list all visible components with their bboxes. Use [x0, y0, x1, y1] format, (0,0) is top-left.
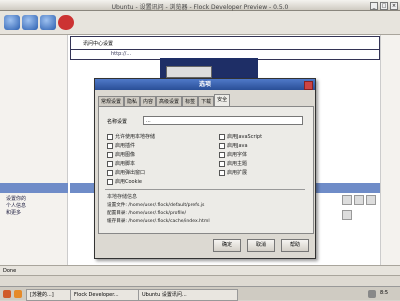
close-button[interactable]: ×	[390, 2, 398, 10]
info-heading: 本地存储信息	[107, 194, 138, 200]
screenshot-window	[166, 66, 212, 78]
right-sidebar	[380, 35, 400, 265]
option-checkbox[interactable]: 启用插件	[107, 142, 135, 149]
left-note-line: 个人信息	[6, 203, 27, 209]
checkbox-icon	[219, 160, 225, 167]
taskbar-item[interactable]: [苏雅的...]	[26, 289, 74, 301]
checkbox-icon	[107, 142, 113, 149]
taskbar-item[interactable]: Flock Developer...	[70, 289, 142, 301]
minimize-button[interactable]: _	[370, 2, 378, 10]
panel-divider	[105, 189, 305, 190]
checkbox-icon	[107, 169, 113, 176]
checkbox-icon	[219, 142, 225, 149]
left-note-line: 设置你的	[6, 196, 27, 202]
option-checkbox[interactable]: 启用字体	[219, 151, 247, 158]
side-button[interactable]	[365, 195, 376, 205]
option-checkbox[interactable]: 允许使用本地存储	[107, 133, 155, 140]
checkbox-icon	[107, 151, 113, 158]
page-side-buttons	[342, 195, 382, 255]
info-line: 设置文件: /home/user/.flock/default/prefs.js	[107, 203, 205, 208]
left-note-line: 和更多	[6, 210, 22, 216]
side-button[interactable]	[342, 195, 352, 205]
left-section-bar	[0, 183, 68, 193]
info-line: 缓存目录: /home/user/.flock/cache/index.html	[107, 219, 210, 224]
option-checkbox[interactable]: 启用扩展	[219, 169, 247, 176]
dialog-tabs: 常规设置 隐私 内容 高级设置 标签 下载 安全	[98, 94, 312, 107]
options-dialog: 选项 常规设置 隐私 内容 高级设置 标签 下载 安全 名称设置 ... 允许使…	[94, 78, 316, 259]
dialog-close-icon[interactable]	[304, 81, 313, 90]
page-header-text: 讯问中心设置	[83, 41, 114, 47]
taskbar-item[interactable]: Ubuntu 设置讯问...	[138, 289, 238, 301]
option-checkbox[interactable]: 启用脚本	[107, 160, 135, 167]
checkbox-icon	[219, 151, 225, 158]
help-button[interactable]: 帮助	[281, 239, 309, 252]
ok-button[interactable]: 确定	[213, 239, 241, 252]
reload-icon[interactable]	[40, 15, 56, 30]
option-checkbox[interactable]: 启用Java	[219, 142, 248, 149]
option-checkbox[interactable]: 启用Cookie	[107, 178, 142, 185]
option-checkbox[interactable]: 启用主题	[219, 160, 247, 167]
tray-icon[interactable]	[368, 290, 376, 298]
cancel-button[interactable]: 取消	[247, 239, 275, 252]
name-label: 名称设置	[107, 119, 128, 125]
checkbox-icon	[219, 169, 225, 176]
status-bar: Done	[0, 265, 400, 275]
checkbox-icon	[107, 178, 113, 185]
checkbox-icon	[219, 133, 225, 140]
dialog-buttons: 确定 取消 帮助	[213, 239, 309, 252]
stop-icon[interactable]	[58, 15, 74, 30]
dialog-panel: 名称设置 ... 允许使用本地存储 启用插件 启用图像 启用脚本 启用弹出窗口 …	[98, 106, 314, 234]
info-line: 配置目录: /home/user/.flock/profile/	[107, 211, 187, 216]
side-button[interactable]	[342, 210, 352, 220]
left-sidebar	[0, 35, 68, 265]
checkbox-icon	[107, 160, 113, 167]
window-titlebar: Ubuntu - 设置讯问 - 浏览器 - Flock Developer Pr…	[0, 0, 400, 11]
option-checkbox[interactable]: 启用图像	[107, 151, 135, 158]
browser-toolbar	[0, 11, 400, 35]
page-header-frame: 讯问中心设置	[70, 36, 380, 50]
firefox-icon[interactable]	[14, 290, 22, 298]
system-taskbar: [苏雅的...] Flock Developer... Ubuntu 设置讯问.…	[0, 286, 400, 301]
name-input[interactable]: ...	[143, 116, 303, 125]
side-button[interactable]	[353, 195, 364, 205]
option-checkbox[interactable]: 启用JavaScript	[219, 133, 262, 140]
bookmark-bar	[0, 275, 400, 286]
back-icon[interactable]	[4, 15, 20, 30]
dialog-title: 选项	[95, 79, 315, 90]
checkbox-icon	[107, 133, 113, 140]
menu-icon[interactable]	[3, 290, 11, 298]
window-title: Ubuntu - 设置讯问 - 浏览器 - Flock Developer Pr…	[111, 4, 289, 11]
url-text[interactable]: http://...	[111, 51, 131, 57]
maximize-button[interactable]: □	[380, 2, 388, 10]
window-controls: _ □ ×	[370, 2, 398, 10]
left-note: 设置你的 个人信息 和更多	[6, 196, 66, 217]
forward-icon[interactable]	[22, 15, 38, 30]
option-checkbox[interactable]: 启用弹出窗口	[107, 169, 145, 176]
clock: 8:5	[380, 290, 389, 296]
